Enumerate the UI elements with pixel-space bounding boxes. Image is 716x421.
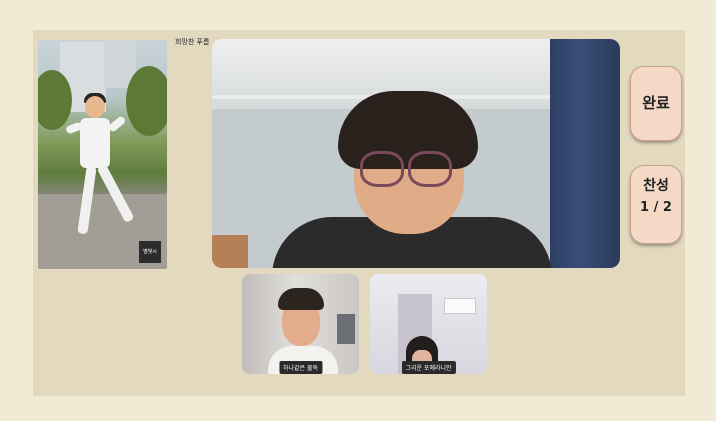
- video-tree: [126, 66, 167, 136]
- speaker-glasses: [360, 151, 404, 187]
- shared-video[interactable]: 별빛시: [38, 40, 167, 269]
- speaker-hair: [338, 91, 478, 169]
- participant-tile[interactable]: 하나같은 물독: [242, 274, 359, 374]
- vote-label: 찬성: [643, 178, 669, 194]
- video-shelf: [212, 235, 248, 268]
- video-person: [85, 96, 105, 118]
- participant-hair: [278, 288, 324, 310]
- main-speaker-video[interactable]: [212, 39, 620, 268]
- video-curtain: [550, 39, 620, 268]
- participant-name: 그리운 포메라니안: [401, 361, 456, 374]
- tile-air-conditioner: [444, 298, 476, 314]
- vote-count: 1 / 2: [640, 200, 672, 215]
- tile-shelf: [337, 314, 355, 344]
- video-person: [80, 118, 110, 168]
- participant-name: 하나같은 물독: [278, 361, 323, 374]
- speaker-glasses: [408, 151, 452, 187]
- done-button[interactable]: 완료: [630, 66, 682, 141]
- video-person: [107, 115, 127, 133]
- video-watermark: 별빛시: [139, 241, 161, 263]
- video-tree: [38, 70, 72, 130]
- participant-tile[interactable]: 그리운 포메라니안: [370, 274, 487, 374]
- vote-button[interactable]: 찬성 1 / 2: [630, 165, 682, 244]
- main-speaker-name: 희망찬 푸름: [175, 38, 210, 46]
